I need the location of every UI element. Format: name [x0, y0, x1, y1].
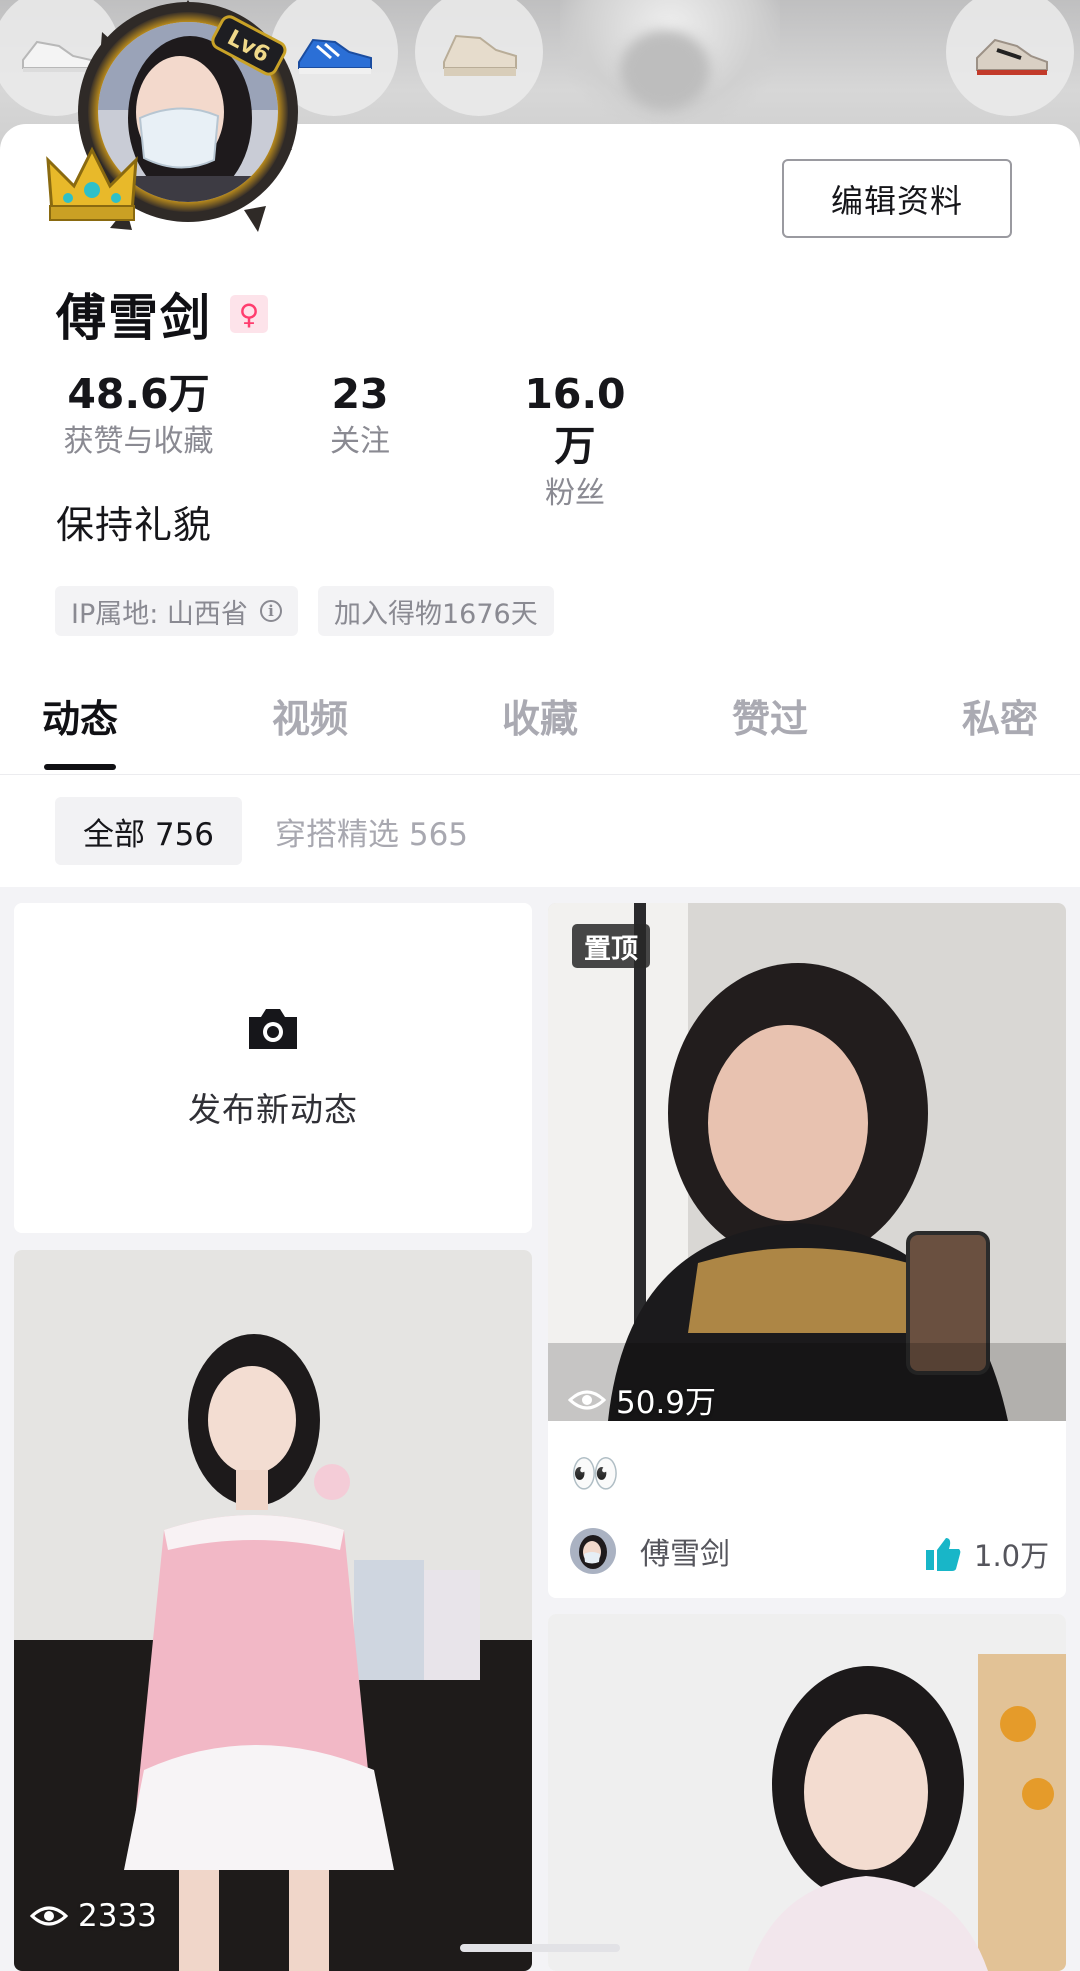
- post-caption: 👀: [570, 1451, 620, 1497]
- like-count: 1.0万: [974, 1539, 1050, 1573]
- post-author[interactable]: 傅雪剑: [570, 1528, 730, 1574]
- thumbs-up-icon: [926, 1538, 961, 1571]
- post-photo-selfie: [548, 903, 1066, 1421]
- filter-all[interactable]: 全部 756: [55, 797, 243, 865]
- female-gender-icon: ♀: [230, 295, 268, 333]
- sneaker-icon: [298, 38, 372, 74]
- new-post-card[interactable]: 发布新动态: [14, 903, 532, 1233]
- sneaker-bubble-3[interactable]: [415, 0, 543, 116]
- filter-outfit-picks[interactable]: 穿搭精选 565: [275, 797, 468, 865]
- tab-dynamics[interactable]: 动态: [42, 688, 118, 743]
- stat-value: 16.0万: [524, 370, 626, 470]
- eye-icon: [30, 1906, 68, 1926]
- ip-location-tag[interactable]: IP属地: 山西省 i: [55, 586, 298, 636]
- feed-card-pinned[interactable]: 50.9万: [548, 903, 1066, 1598]
- tab-collections[interactable]: 收藏: [502, 688, 578, 743]
- stat-label: 获赞与收藏: [63, 424, 214, 459]
- post-photo-pink-dress: [14, 1250, 532, 1971]
- home-indicator: [460, 1944, 620, 1952]
- author-avatar: [570, 1528, 616, 1574]
- profile-bio: 保持礼貌: [56, 503, 213, 547]
- banner-background-shadow: [620, 30, 710, 110]
- filter-bar: 全部 756 穿搭精选 565: [0, 775, 1080, 887]
- like-button[interactable]: 1.0万: [924, 1533, 1049, 1575]
- name-row: 傅雪剑 ♀: [56, 278, 268, 350]
- content-tabs: 动态 视频 收藏 赞过 私密: [0, 660, 1080, 775]
- stat-following[interactable]: 23 关注: [318, 368, 402, 462]
- tab-videos[interactable]: 视频: [272, 688, 348, 743]
- new-post-label: 发布新动态: [188, 1090, 358, 1129]
- stat-label: 关注: [330, 424, 390, 459]
- author-name: 傅雪剑: [640, 1537, 730, 1572]
- avatar[interactable]: Lv6: [30, 0, 300, 262]
- ip-location-text: IP属地: 山西省: [71, 598, 248, 630]
- info-icon[interactable]: i: [259, 600, 282, 622]
- sneaker-bubble-4[interactable]: [946, 0, 1074, 116]
- active-tab-indicator: [44, 764, 116, 770]
- stat-value: 23: [331, 370, 389, 418]
- pinned-photo-views: 50.9万: [568, 1377, 716, 1422]
- view-count: 2333: [78, 1898, 157, 1934]
- stat-likes-collects[interactable]: 48.6万 获赞与收藏: [56, 368, 221, 462]
- pinned-badge: 置顶: [572, 924, 650, 968]
- view-count: 50.9万: [616, 1385, 717, 1421]
- sneaker-icon: [443, 34, 517, 76]
- feed-card-dress[interactable]: 2333: [14, 1250, 532, 1971]
- joined-days-tag: 加入得物1676天: [318, 586, 554, 636]
- stat-followers[interactable]: 16.0万 粉丝: [505, 368, 645, 514]
- camera-icon: [245, 1005, 301, 1057]
- sneaker-icon: [976, 38, 1048, 75]
- tab-liked[interactable]: 赞过: [732, 688, 808, 743]
- stat-label: 粉丝: [545, 476, 605, 511]
- left-photo-views: 2333: [30, 1898, 157, 1934]
- post-photo-portrait: [548, 1614, 1066, 1971]
- profile-name: 傅雪剑: [56, 289, 212, 347]
- eye-icon: [568, 1390, 606, 1409]
- edit-profile-button[interactable]: 编辑资料: [782, 159, 1012, 238]
- stat-value: 48.6万: [67, 370, 210, 418]
- feed-card-portrait[interactable]: [548, 1614, 1066, 1971]
- tab-private[interactable]: 私密: [962, 688, 1038, 743]
